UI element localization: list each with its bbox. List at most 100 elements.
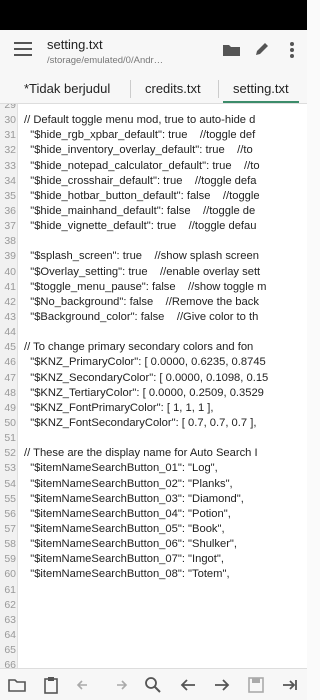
pencil-icon[interactable] — [247, 38, 277, 62]
redo-icon[interactable] — [109, 675, 129, 695]
line-number: 38 — [4, 235, 16, 248]
code-text: "$KNZ_FontPrimaryColor": [ 1, 1, 1 ], — [24, 401, 214, 414]
code-line: 57 "$itemNameSearchButton_05": "Book", — [0, 522, 307, 537]
line-number: 45 — [4, 341, 16, 354]
line-number: 53 — [4, 462, 16, 475]
code-line: 56 "$itemNameSearchButton_04": "Potion", — [0, 507, 307, 522]
line-number: 43 — [4, 310, 16, 323]
app-bar: setting.txt /storage/emulated/0/Andr… — [0, 30, 307, 72]
code-line: 33 "$hide_notepad_calculator_default": t… — [0, 159, 307, 174]
folder-open-icon[interactable] — [7, 675, 27, 695]
code-text: "$hide_crosshair_default": true //toggle… — [24, 174, 257, 187]
save-icon[interactable] — [246, 675, 266, 695]
line-number: 54 — [4, 477, 16, 490]
clipboard-icon[interactable] — [41, 675, 61, 695]
code-text: "$itemNameSearchButton_01": "Log", — [24, 462, 218, 475]
tab-divider — [218, 80, 219, 98]
arrow-right-icon[interactable] — [212, 675, 232, 695]
line-number: 57 — [4, 522, 16, 535]
file-path: /storage/emulated/0/Andr… — [47, 55, 164, 66]
code-line: 51 — [0, 431, 307, 446]
code-text: "$itemNameSearchButton_06": "Shulker", — [24, 538, 238, 551]
line-number: 66 — [4, 659, 16, 668]
code-text: "$hide_mainhand_default": false //toggle… — [24, 204, 256, 217]
undo-icon[interactable] — [75, 675, 95, 695]
line-number: 52 — [4, 447, 16, 460]
line-number: 61 — [4, 583, 16, 596]
code-text: "$hide_rgb_xpbar_default": true //toggle… — [24, 129, 256, 142]
tab-divider — [130, 80, 131, 98]
line-number: 56 — [4, 507, 16, 520]
code-line: 55 "$itemNameSearchButton_03": "Diamond"… — [0, 492, 307, 507]
code-text: "$Overlay_setting": true //enable overla… — [24, 265, 261, 278]
line-number: 60 — [4, 568, 16, 581]
hamburger-menu-icon[interactable] — [14, 42, 32, 56]
code-line: 43 "$Background_color": false //Give col… — [0, 310, 307, 325]
line-number: 34 — [4, 174, 16, 187]
code-text: "$Background_color": false //Give color … — [24, 310, 259, 323]
tab-bar: *Tidak berjudul credits.txt setting.txt — [0, 72, 307, 104]
app-bar-actions — [217, 38, 307, 62]
tab-icon[interactable] — [280, 675, 300, 695]
code-text: "$itemNameSearchButton_08": "Totem", — [24, 568, 230, 581]
code-text: "$No_background": false //Remove the bac… — [24, 295, 259, 308]
code-line: 39 "$splash_screen": true //show splash … — [0, 249, 307, 264]
code-text: "$itemNameSearchButton_03": "Diamond", — [24, 492, 244, 505]
line-number: 30 — [4, 114, 16, 127]
line-number: 40 — [4, 265, 16, 278]
code-line: 66 — [0, 658, 307, 668]
text-editor[interactable]: 29 30 // Default toggle menu mod, true to … — [0, 104, 307, 668]
code-line: 45 // To change primary secondary colors … — [0, 340, 307, 355]
line-number: 49 — [4, 401, 16, 414]
code-line: 62 — [0, 598, 307, 613]
code-text: // Default toggle menu mod, true to auto… — [24, 114, 256, 127]
line-number: 50 — [4, 416, 16, 429]
code-line: 29 — [0, 104, 307, 113]
line-number: 65 — [4, 644, 16, 657]
code-line: 46 "$KNZ_PrimaryColor": [ 0.0000, 0.6235… — [0, 355, 307, 370]
search-icon[interactable] — [143, 675, 163, 695]
code-text: // These are the display name for Auto S… — [24, 447, 258, 460]
line-number: 48 — [4, 386, 16, 399]
line-number: 47 — [4, 371, 16, 384]
line-number: 59 — [4, 553, 16, 566]
line-number: 37 — [4, 220, 16, 233]
line-number: 46 — [4, 356, 16, 369]
code-line: 64 — [0, 628, 307, 643]
code-line: 54 "$itemNameSearchButton_02": "Planks", — [0, 477, 307, 492]
code-line: 58 "$itemNameSearchButton_06": "Shulker"… — [0, 537, 307, 552]
code-line: 35 "$hide_hotbar_button_default": false … — [0, 189, 307, 204]
code-text: // To change primary secondary colors an… — [24, 341, 254, 354]
line-number: 36 — [4, 204, 16, 217]
editor-lines: 29 30 // Default toggle menu mod, true to … — [0, 104, 307, 668]
code-line: 49 "$KNZ_FontPrimaryColor": [ 1, 1, 1 ], — [0, 401, 307, 416]
line-number: 44 — [4, 326, 16, 339]
file-title: setting.txt — [47, 37, 103, 52]
code-text: "$KNZ_SecondaryColor": [ 0.0000, 0.1098,… — [24, 371, 269, 384]
code-line: 38 — [0, 234, 307, 249]
code-line: 59 "$itemNameSearchButton_07": "Ingot", — [0, 552, 307, 567]
code-line: 63 — [0, 613, 307, 628]
code-line: 34 "$hide_crosshair_default": true //tog… — [0, 174, 307, 189]
tab-setting[interactable]: setting.txt — [223, 72, 299, 103]
line-number: 31 — [4, 129, 16, 142]
more-vert-icon[interactable] — [277, 38, 307, 62]
code-line: 61 — [0, 583, 307, 598]
folder-icon[interactable] — [217, 38, 247, 62]
code-text: "$splash_screen": true //show splash scr… — [24, 250, 259, 263]
code-text: "$KNZ_TertiaryColor": [ 0.0000, 0.2509, … — [24, 386, 264, 399]
code-text: "$itemNameSearchButton_07": "Ingot", — [24, 553, 224, 566]
code-line: 32 "$hide_inventory_overlay_default": tr… — [0, 143, 307, 158]
status-bar — [0, 0, 307, 30]
code-line: 41 "$toggle_menu_pause": false //show to… — [0, 280, 307, 295]
code-text: "$itemNameSearchButton_04": "Potion", — [24, 507, 231, 520]
code-line: 30 // Default toggle menu mod, true to au… — [0, 113, 307, 128]
tab-tidak-berjudul[interactable]: *Tidak berjudul — [14, 72, 120, 103]
line-number: 29 — [4, 104, 16, 111]
tab-credits[interactable]: credits.txt — [135, 72, 211, 103]
line-number: 39 — [4, 250, 16, 263]
arrow-left-icon[interactable] — [178, 675, 198, 695]
line-number: 51 — [4, 432, 16, 445]
code-text: "$hide_hotbar_button_default": false //t… — [24, 189, 260, 202]
code-line: 40 "$Overlay_setting": true //enable ove… — [0, 265, 307, 280]
